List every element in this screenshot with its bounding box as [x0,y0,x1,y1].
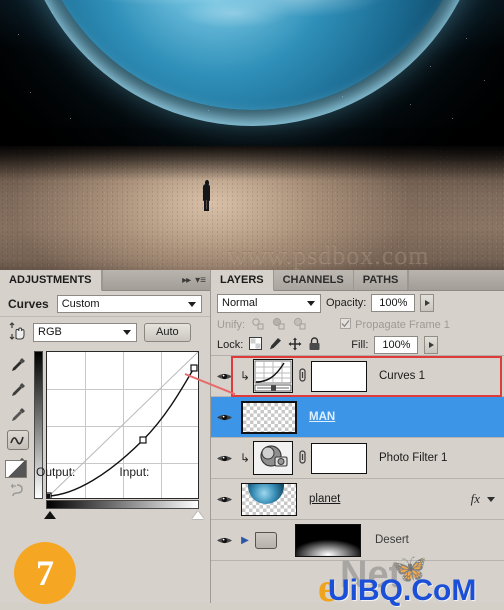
curve-point-tool-icon[interactable] [7,430,29,450]
fx-icon: fx [470,491,480,506]
fill-label: Fill: [351,339,369,351]
layer-thumbnail[interactable] [253,441,293,475]
eyedropper-white-icon[interactable] [7,405,29,425]
blend-opacity-row: Normal Opacity: 100% [211,291,504,315]
blend-mode-select[interactable]: Normal [217,293,321,313]
eye-icon[interactable] [211,453,237,464]
layers-panel: LAYERS CHANNELS PATHS Normal Opacity: 10… [184,270,504,603]
lock-transparency-icon[interactable] [249,337,263,353]
channel-select[interactable]: RGB [33,322,137,342]
tab-channels[interactable]: CHANNELS [273,270,354,290]
group-expand-arrow-icon[interactable]: ▶ [237,535,253,546]
document-canvas: www.psdbox.com [0,0,504,270]
opacity-label: Opacity: [326,297,367,309]
layer-effects-indicator[interactable]: fx [471,491,504,507]
adjustments-tabbar: ADJUSTMENTS ▸▸ ▾≡ [0,270,210,291]
standing-man-figure [202,180,211,211]
layer-thumbnail[interactable] [253,359,293,393]
lock-all-icon[interactable] [308,336,321,354]
eyedropper-black-icon[interactable] [7,355,29,375]
fill-input[interactable]: 100% [374,336,419,354]
input-label: Input: [119,465,150,479]
black-point-slider[interactable] [44,511,56,519]
adjustment-preset-row: Curves Custom [0,291,210,317]
folder-icon [255,531,277,549]
layer-list: ↳ Curves 1 MAN ↳ Photo Filter 1 planet f… [184,356,504,561]
layers-tabbar: LAYERS CHANNELS PATHS [211,270,504,291]
figure-leg-gap [206,200,207,209]
channel-value: RGB [38,326,62,338]
mask-link-icon[interactable] [293,449,311,467]
layers-tabbar-spacer [408,270,504,290]
clipping-mask-arrow-icon: ↳ [239,451,251,465]
chevron-down-icon [188,301,196,307]
lock-label: Lock: [217,339,244,351]
collapse-icon[interactable]: ▸▸ [182,275,191,286]
tab-layers[interactable]: LAYERS [211,270,274,291]
layer-name: Desert [375,534,409,546]
unify-row: Unify: Propagate Frame 1 [211,315,504,335]
channel-row: RGB Auto [0,317,210,347]
layer-mask-thumbnail[interactable] [311,442,367,474]
smooth-curve-icon[interactable] [7,480,29,500]
auto-button[interactable]: Auto [144,322,191,342]
figure-torso [203,184,210,201]
lock-fill-row: Lock: Fill: 100% [211,335,504,356]
propagate-label: Propagate Frame 1 [355,319,450,331]
layer-thumbnail[interactable] [241,400,297,434]
unify-style-icon[interactable] [293,317,308,333]
output-label: Output: [36,465,76,479]
lock-position-icon[interactable] [288,337,302,354]
figure-legs [204,200,209,211]
layer-mask-thumbnail[interactable] [311,360,367,392]
table-row[interactable]: ▶ Desert [211,520,504,561]
tab-adjustments[interactable]: ADJUSTMENTS [0,270,102,291]
horizon-haze [0,146,504,180]
layer-thumbnail[interactable] [241,482,297,516]
input-gradient-bar [46,500,199,509]
preset-value: Custom [61,297,100,310]
eye-icon[interactable] [211,412,237,423]
targeted-adjustment-hand-icon[interactable] [6,322,26,342]
clip-to-layer-toggle[interactable] [5,460,27,478]
opacity-input[interactable]: 100% [371,294,416,312]
eye-icon[interactable] [211,371,237,382]
unify-visibility-icon[interactable] [272,317,287,333]
clipping-mask-arrow-icon: ↳ [239,369,251,383]
table-row[interactable]: planet fx [211,479,504,520]
adjustment-title: Curves [8,296,49,311]
panel-menu-icon[interactable]: ▾≡ [195,275,206,286]
table-row[interactable]: MAN [211,397,504,438]
tab-paths[interactable]: PATHS [353,270,409,290]
table-row[interactable]: ↳ Curves 1 [184,356,504,397]
lock-image-icon[interactable] [268,337,282,353]
eye-icon[interactable] [211,494,237,505]
layer-name: planet [309,493,341,505]
eyedropper-gray-icon[interactable] [7,380,29,400]
unify-label: Unify: [217,319,246,331]
layer-name: MAN [309,411,336,423]
unify-position-icon[interactable] [251,317,266,333]
adjustments-panel: ADJUSTMENTS ▸▸ ▾≡ Curves Custom RGB Auto [0,270,211,604]
canvas-watermark: www.psdbox.com [228,240,430,269]
adjustments-tabbar-spacer: ▸▸ ▾≡ [101,270,210,290]
chevron-down-icon[interactable] [487,496,495,502]
chevron-down-icon [123,330,131,335]
step-number-badge: 7 [14,542,76,604]
chevron-down-icon [307,301,315,306]
mask-link-icon[interactable] [293,367,311,385]
preset-select[interactable]: Custom [56,294,202,313]
group-mask-thumbnail[interactable] [295,523,361,557]
white-point-slider[interactable] [192,511,204,519]
curves-io-labels: Output: Input: [36,465,211,479]
eye-icon[interactable] [211,535,237,546]
propagate-checkbox[interactable] [340,318,352,332]
layer-name: Curves 1 [379,370,426,382]
table-row[interactable]: ↳ Photo Filter 1 [211,438,504,479]
blend-mode-value: Normal [222,297,258,309]
layer-name: Photo Filter 1 [379,452,448,464]
fill-stepper[interactable] [424,336,439,354]
opacity-stepper[interactable] [420,294,435,312]
